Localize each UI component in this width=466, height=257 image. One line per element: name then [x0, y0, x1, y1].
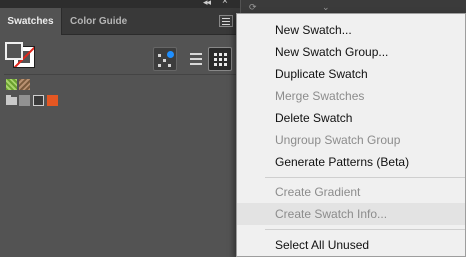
fill-swatch[interactable]: [5, 42, 23, 60]
pattern-swatch[interactable]: [19, 79, 30, 90]
tool-icon: ⟳: [249, 2, 257, 12]
panel-menu-button[interactable]: [219, 15, 233, 27]
thumbnail-view-button[interactable]: [208, 47, 232, 71]
swatches-panel: Swatches Color Guide: [0, 8, 240, 257]
show-color-groups-button[interactable]: [153, 47, 177, 71]
menu-item-new-swatch-group[interactable]: New Swatch Group...: [237, 41, 465, 63]
collapse-panel-icon[interactable]: ◂◂: [203, 0, 211, 8]
list-icon: [190, 53, 202, 55]
list-view-button[interactable]: [184, 47, 208, 71]
color-swatch[interactable]: [47, 95, 58, 106]
swatches-flyout-menu: New Swatch... New Swatch Group... Duplic…: [236, 13, 466, 257]
tab-color-guide[interactable]: Color Guide: [70, 8, 127, 35]
menu-separator: [265, 229, 465, 230]
menu-item-generate-patterns[interactable]: Generate Patterns (Beta): [237, 151, 465, 173]
tab-swatches[interactable]: Swatches: [0, 8, 62, 35]
close-panel-icon[interactable]: ×: [222, 0, 228, 7]
color-swatch[interactable]: [19, 95, 30, 106]
menu-item-new-swatch[interactable]: New Swatch...: [237, 19, 465, 41]
menu-item-create-swatch-info[interactable]: Create Swatch Info...: [237, 203, 465, 225]
chevron-down-icon: ⌄: [322, 2, 330, 12]
panel-divider: [4, 74, 236, 75]
menu-item-duplicate-swatch[interactable]: Duplicate Swatch: [237, 63, 465, 85]
grid-icon: [214, 53, 217, 56]
menu-separator: [265, 177, 465, 178]
menu-item-select-all-unused[interactable]: Select All Unused: [237, 234, 465, 256]
menu-item-ungroup-swatch-group[interactable]: Ungroup Swatch Group: [237, 129, 465, 151]
menu-item-create-gradient[interactable]: Create Gradient: [237, 181, 465, 203]
hamburger-icon: [222, 18, 230, 19]
color-swatch-selected[interactable]: [33, 95, 44, 106]
color-group-icon: [167, 51, 174, 58]
panel-tab-bar: Swatches Color Guide: [0, 8, 240, 35]
menu-item-merge-swatches[interactable]: Merge Swatches: [237, 85, 465, 107]
menu-item-delete-swatch[interactable]: Delete Swatch: [237, 107, 465, 129]
pattern-swatch[interactable]: [6, 79, 17, 90]
folder-icon[interactable]: [6, 95, 17, 105]
